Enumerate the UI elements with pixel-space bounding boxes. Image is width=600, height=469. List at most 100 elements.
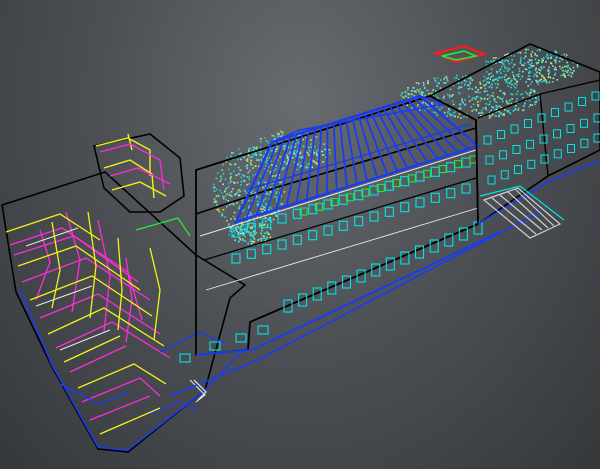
point-cloud-point xyxy=(212,187,214,189)
point-cloud-point xyxy=(418,90,420,92)
point-cloud-point xyxy=(503,70,505,72)
point-cloud-point xyxy=(522,70,524,73)
point-cloud-point xyxy=(490,60,492,62)
point-cloud-point xyxy=(272,218,275,221)
point-cloud-point xyxy=(537,83,540,86)
point-cloud-point xyxy=(283,191,286,193)
point-cloud-point xyxy=(222,209,225,211)
point-cloud-point xyxy=(307,154,310,156)
point-cloud-point xyxy=(284,145,287,147)
point-cloud-point xyxy=(449,109,451,112)
roof-rafter xyxy=(315,126,323,197)
point-cloud-point xyxy=(413,90,416,92)
point-cloud-point xyxy=(411,107,413,109)
point-cloud-point xyxy=(480,97,483,100)
point-cloud-point xyxy=(522,96,524,99)
point-cloud-point xyxy=(488,114,491,117)
point-cloud-point xyxy=(248,207,250,209)
point-cloud-point xyxy=(510,86,512,89)
point-cloud-point xyxy=(504,65,506,68)
point-cloud-point xyxy=(550,56,553,58)
point-cloud-point xyxy=(515,86,517,89)
point-cloud-point xyxy=(269,191,272,193)
point-cloud-point xyxy=(539,73,541,75)
point-cloud-point xyxy=(231,188,234,190)
point-cloud-point xyxy=(437,97,439,99)
point-cloud-point xyxy=(244,230,246,232)
point-cloud-point xyxy=(482,107,485,110)
point-cloud-point xyxy=(535,61,538,64)
point-cloud-point xyxy=(236,191,238,193)
point-cloud-point xyxy=(238,205,241,208)
point-cloud-point xyxy=(504,67,507,70)
point-cloud-point xyxy=(534,58,537,61)
point-cloud-point xyxy=(523,62,526,65)
point-cloud-point xyxy=(307,152,309,154)
point-cloud-point xyxy=(446,79,449,82)
point-cloud-point xyxy=(264,223,266,226)
point-cloud-point xyxy=(479,81,481,84)
point-cloud-point xyxy=(493,98,496,100)
point-cloud-point xyxy=(243,209,245,211)
roof-frame xyxy=(233,94,481,224)
point-cloud-point xyxy=(474,91,476,93)
point-cloud-point xyxy=(285,162,287,165)
roof-marker-icon[interactable] xyxy=(432,44,488,64)
point-cloud-point xyxy=(240,183,242,186)
point-cloud-point xyxy=(560,74,562,77)
point-cloud-point xyxy=(521,109,524,112)
point-cloud-point xyxy=(249,234,251,236)
point-cloud-point xyxy=(279,181,281,184)
point-cloud-point xyxy=(477,91,479,94)
point-cloud-point xyxy=(521,75,523,78)
point-cloud-point xyxy=(471,110,473,112)
point-cloud-point xyxy=(501,76,503,79)
point-cloud-point xyxy=(266,192,268,195)
point-cloud-point xyxy=(520,57,522,59)
point-cloud-point xyxy=(253,238,256,241)
point-cloud-point xyxy=(424,94,427,96)
point-cloud-point xyxy=(469,82,472,85)
point-cloud-point xyxy=(446,115,448,117)
point-cloud-point xyxy=(260,140,262,143)
window xyxy=(526,139,534,149)
point-cloud-point xyxy=(492,79,495,81)
point-cloud-point xyxy=(215,195,218,198)
point-cloud-point xyxy=(515,83,518,86)
point-cloud-point xyxy=(434,111,437,114)
viewport[interactable] xyxy=(0,0,600,469)
point-cloud-point xyxy=(415,91,417,93)
window xyxy=(566,124,575,133)
point-cloud-point xyxy=(300,155,303,158)
point-cloud-point xyxy=(559,57,561,59)
point-cloud-point xyxy=(227,200,230,202)
window xyxy=(580,138,589,148)
point-cloud-point xyxy=(439,87,442,89)
point-cloud-point xyxy=(242,223,244,226)
point-cloud-point xyxy=(226,219,228,222)
point-cloud-point xyxy=(534,97,537,99)
roof-rafter xyxy=(382,107,419,166)
main-block-lower-windows xyxy=(179,325,269,363)
window xyxy=(384,206,394,217)
point-cloud-point xyxy=(268,193,271,195)
point-cloud-point xyxy=(270,228,272,230)
point-cloud-point xyxy=(481,112,484,114)
point-cloud-point xyxy=(262,208,264,210)
point-cloud-point xyxy=(477,103,479,106)
point-cloud-point xyxy=(487,104,490,106)
point-cloud-point xyxy=(468,95,470,98)
point-cloud-point xyxy=(241,239,244,241)
point-cloud-point xyxy=(235,193,238,195)
window xyxy=(593,133,600,143)
point-cloud-point xyxy=(469,87,471,89)
point-cloud-point xyxy=(240,232,242,235)
point-cloud-point xyxy=(453,112,455,114)
point-cloud-point xyxy=(266,236,269,239)
point-cloud-point xyxy=(216,209,219,211)
point-cloud-point xyxy=(492,75,494,77)
point-cloud-point xyxy=(286,156,289,158)
point-cloud-point xyxy=(472,103,475,106)
point-cloud-point xyxy=(403,96,405,99)
point-cloud-point xyxy=(490,72,492,75)
